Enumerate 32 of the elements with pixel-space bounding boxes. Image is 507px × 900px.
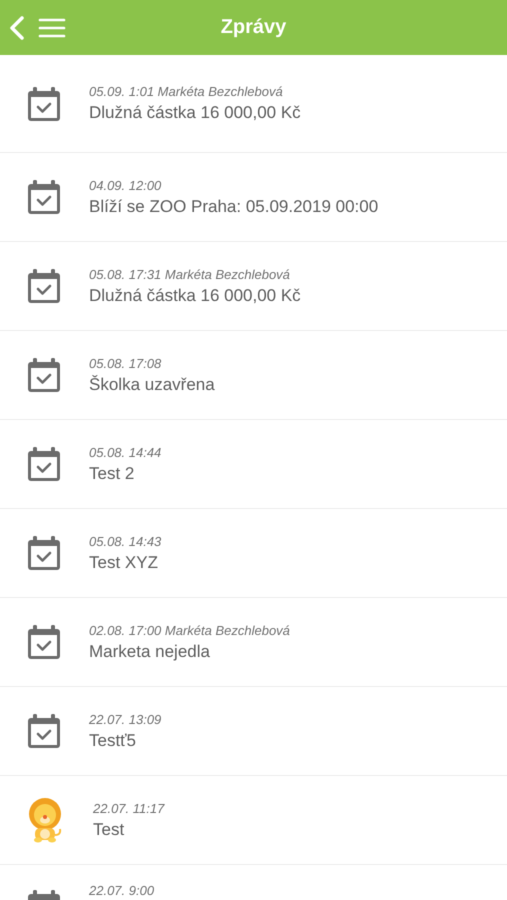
message-title: Dlužná částka 16 000,00 Kč xyxy=(89,286,301,306)
message-meta: 05.08. 17:31 Markéta Bezchlebová xyxy=(89,266,291,282)
message-item[interactable]: 05.08. 17:08 Školka uzavřena xyxy=(0,331,507,420)
message-meta: 05.09. 1:01 Markéta Bezchlebová xyxy=(89,84,284,99)
message-item[interactable]: 05.08. 14:44 Test 2 xyxy=(0,420,507,509)
message-item[interactable]: 02.08. 17:00 Markéta Bezchlebová Marketa nejedla xyxy=(0,598,507,687)
message-title: Test 2 xyxy=(89,464,136,484)
message-meta: 05.08. 14:44 xyxy=(89,444,162,460)
message-item[interactable]: 22.07. 11:17 Test xyxy=(0,776,507,865)
back-button[interactable] xyxy=(8,14,26,40)
message-item[interactable]: 04.09. 12:00 Blíží se ZOO Praha: 05.09.2019 00:00 xyxy=(0,153,507,242)
message-item[interactable]: 05.08. 14:43 Test XYZ xyxy=(0,509,507,598)
message-meta: 02.08. 17:00 Markéta Bezchlebová xyxy=(89,622,290,638)
message-title: Testť5 xyxy=(89,730,138,750)
message-meta: 22.07. 13:09 xyxy=(89,712,162,726)
message-meta: 05.08. 14:43 xyxy=(89,534,162,548)
message-item[interactable]: 22.07. 9:00 xyxy=(0,865,507,900)
message-title: Dlužná částka 16 000,00 Kč xyxy=(89,103,301,123)
message-item[interactable]: 05.09. 1:01 Markéta Bezchlebová Dlužná částka 16 000,00 Kč xyxy=(0,55,507,153)
message-title: Blíží se ZOO Praha: 05.09.2019 00:00 xyxy=(89,196,378,216)
message-title: Školka uzavřena xyxy=(89,374,215,394)
message-meta: 22.07. 11:17 xyxy=(93,800,164,816)
message-title: Marketa nejedla xyxy=(89,642,211,662)
menu-button[interactable] xyxy=(38,18,66,38)
message-meta: 22.07. 9:00 xyxy=(89,883,154,898)
screen-title: Zprávy xyxy=(220,16,286,39)
message-item[interactable]: 22.07. 13:09 Testť5 xyxy=(0,687,507,776)
message-item[interactable]: 05.08. 17:31 Markéta Bezchlebová Dlužná částka 16 000,00 Kč xyxy=(0,242,507,331)
message-meta: 04.09. 12:00 xyxy=(89,178,162,192)
message-title: Test XYZ xyxy=(89,552,159,572)
message-title: Test xyxy=(93,820,126,840)
message-meta: 05.08. 17:08 xyxy=(89,356,162,370)
